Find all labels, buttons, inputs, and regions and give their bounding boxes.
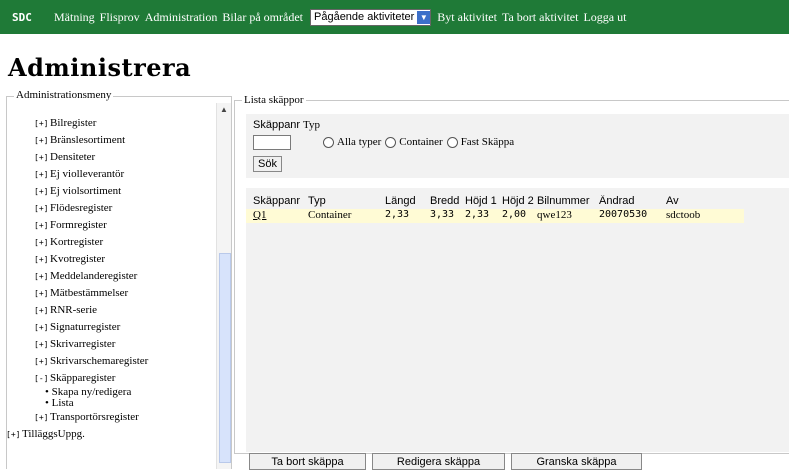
- cell-av: sdctoob: [666, 209, 701, 221]
- col-bilnummer: Bilnummer: [537, 195, 590, 207]
- menu-item-bransle[interactable]: [+] Bränslesortiment: [17, 132, 148, 149]
- sdc-logo: SDC: [12, 10, 32, 24]
- col-av: Av: [666, 195, 679, 207]
- nav-bilar[interactable]: Bilar på området: [222, 10, 303, 25]
- nav-logga-ut[interactable]: Logga ut: [583, 10, 626, 25]
- page-title: Administrera: [8, 53, 192, 82]
- menu-item-tillaggsuppg[interactable]: [+] TilläggsUppg.: [6, 426, 148, 443]
- nav-flisprov[interactable]: Flisprov: [100, 10, 140, 25]
- radio-container[interactable]: Container: [385, 136, 443, 148]
- menu-item-meddelande[interactable]: [+] Meddelanderegister: [17, 268, 148, 285]
- table-row[interactable]: Q1 Container 2,33 3,33 2,33 2,00 qwe123 …: [246, 209, 744, 223]
- menu-item-skrivarschema[interactable]: [+] Skrivarschemaregister: [17, 353, 148, 370]
- nav-ta-bort-aktivitet[interactable]: Ta bort aktivitet: [502, 10, 578, 25]
- menu-item-skrivar[interactable]: [+] Skrivarregister: [17, 336, 148, 353]
- cell-langd: 2,33: [385, 209, 410, 220]
- menu-item-transportor[interactable]: [+] Transportörsregister: [17, 409, 148, 426]
- activity-select[interactable]: Pågående aktiviteter ▼: [310, 8, 432, 26]
- scroll-up-icon[interactable]: ▲: [217, 103, 231, 117]
- menu-item-flodes[interactable]: [+] Flödesregister: [17, 200, 148, 217]
- cell-hojd2: 2,00: [502, 209, 527, 220]
- col-hojd1: Höjd 1: [465, 195, 497, 207]
- top-nav-bar: SDC Mätning Flisprov Administration Bila…: [0, 0, 789, 34]
- col-langd: Längd: [385, 195, 416, 207]
- lista-skappor: Lista skäppor Skäppanr Typ Alla typer Co…: [234, 94, 789, 454]
- menu-item-ej-viol-sort[interactable]: [+] Ej violsortiment: [17, 183, 148, 200]
- cell-bredd: 3,33: [430, 209, 455, 220]
- radio-fast-skappa[interactable]: Fast Skäppa: [446, 136, 514, 148]
- skappanr-input[interactable]: [253, 135, 291, 150]
- nav-administration[interactable]: Administration: [145, 10, 218, 25]
- label-skappanr: Skäppanr: [253, 119, 301, 131]
- col-typ: Typ: [308, 195, 326, 207]
- col-hojd2: Höjd 2: [502, 195, 534, 207]
- menu-item-bilregister[interactable]: [+] Bilregister: [17, 115, 148, 132]
- row-link-skappanr[interactable]: Q1: [246, 209, 308, 223]
- col-bredd: Bredd: [430, 195, 460, 207]
- menu-item-form[interactable]: [+] Formregister: [17, 217, 148, 234]
- table-header: Skäppanr Typ Längd Bredd Höjd 1 Höjd 2 B…: [246, 195, 716, 209]
- menu-item-signatur[interactable]: [+] Signaturregister: [17, 319, 148, 336]
- col-skappanr: Skäppanr: [253, 195, 301, 207]
- label-typ: Typ: [303, 119, 320, 131]
- radio-alla-typer[interactable]: Alla typer: [323, 136, 381, 148]
- menu-item-kvot[interactable]: [+] Kvotregister: [17, 251, 148, 268]
- nav-matning[interactable]: Mätning: [54, 10, 95, 25]
- search-panel: Skäppanr Typ Alla typer Container Fast S…: [246, 114, 789, 178]
- radio-circle-icon[interactable]: [446, 136, 458, 148]
- cell-bilnummer: qwe123: [537, 209, 572, 221]
- menu-item-matbestammelser[interactable]: [+] Mätbestämmelser: [17, 285, 148, 302]
- admin-menu: Administrationsmeny [+] Bilregister [+] Br…: [6, 89, 232, 469]
- menu-subitem-lista[interactable]: • Lista: [17, 398, 148, 409]
- admin-menu-list: [+] Bilregister [+] Bränslesortiment [+] De…: [6, 115, 148, 443]
- radio-circle-icon[interactable]: [323, 136, 334, 148]
- menu-item-skapparegister[interactable]: [-] Skäpparegister: [17, 370, 148, 387]
- result-panel: Skäppanr Typ Längd Bredd Höjd 1 Höjd 2 B…: [246, 188, 789, 452]
- scrollbar-thumb[interactable]: [219, 253, 231, 463]
- nav-byt-aktivitet[interactable]: Byt aktivitet: [437, 10, 497, 25]
- menu-item-ej-viol-lev[interactable]: [+] Ej violleverantör: [17, 166, 148, 183]
- col-andrad: Ändrad: [599, 195, 635, 207]
- ta-bort-skappa-button[interactable]: Ta bort skäppa: [249, 453, 366, 470]
- chevron-down-icon[interactable]: ▼: [417, 10, 431, 24]
- menu-item-kort[interactable]: [+] Kortregister: [17, 234, 148, 251]
- activity-select-value: Pågående aktiviteter: [314, 11, 415, 23]
- menu-item-rnr[interactable]: [+] RNR-serie: [17, 302, 148, 319]
- granska-skappa-button[interactable]: Granska skäppa: [511, 453, 642, 470]
- admin-menu-legend: Administrationsmeny: [14, 89, 114, 101]
- type-radio-group: Alla typer Container Fast Skäppa: [323, 136, 518, 148]
- redigera-skappa-button[interactable]: Redigera skäppa: [372, 453, 505, 470]
- lista-legend: Lista skäppor: [242, 94, 306, 106]
- search-button[interactable]: Sök: [253, 156, 282, 172]
- radio-circle-icon[interactable]: [385, 136, 397, 148]
- menu-subitem-skapa[interactable]: • Skapa ny/redigera: [17, 387, 148, 398]
- menu-scrollbar[interactable]: ▲: [216, 103, 231, 469]
- cell-hojd1: 2,33: [465, 209, 490, 220]
- cell-typ: Container: [308, 209, 352, 221]
- cell-andrad: 20070530: [599, 209, 648, 220]
- menu-item-densiteter[interactable]: [+] Densiteter: [17, 149, 148, 166]
